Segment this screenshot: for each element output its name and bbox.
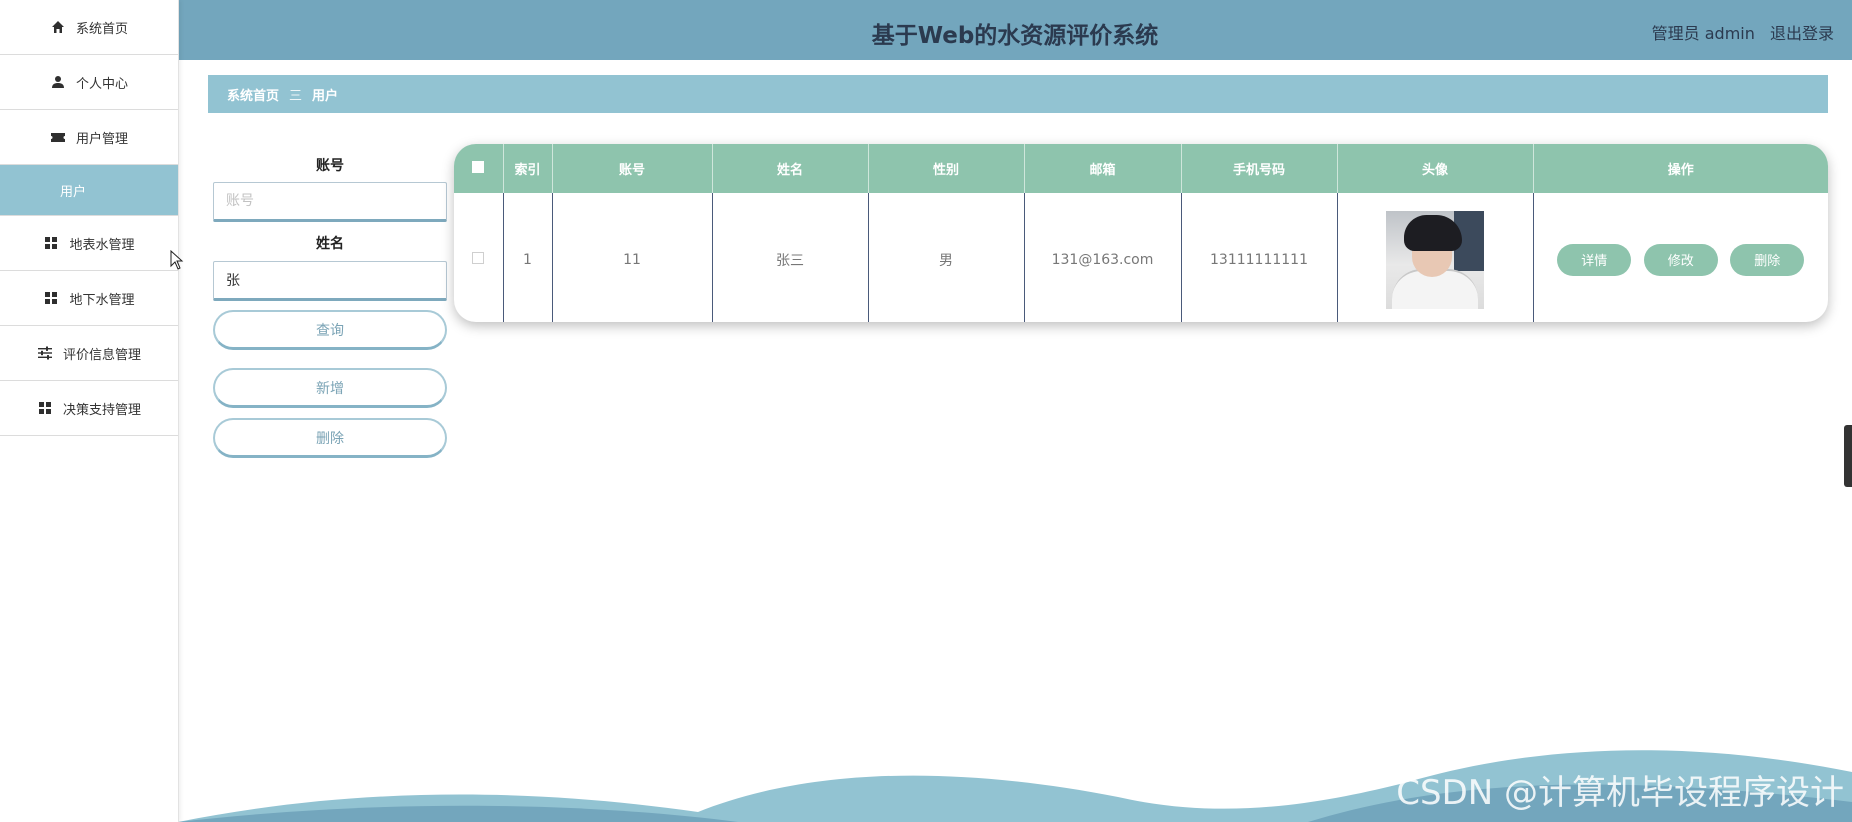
watermark: CSDN @计算机毕设程序设计 bbox=[1396, 773, 1844, 813]
sidebar-subitem-users[interactable]: 用户 bbox=[0, 165, 178, 216]
name-label: 姓名 bbox=[316, 236, 344, 252]
sidebar-item-profile[interactable]: 个人中心 bbox=[0, 55, 178, 110]
row-delete-button[interactable]: 删除 bbox=[1730, 243, 1805, 276]
home-icon bbox=[50, 19, 66, 35]
column-header: 索引 bbox=[503, 144, 553, 193]
cell-index: 1 bbox=[503, 193, 553, 322]
cell-actions: 详情 修改 删除 bbox=[1533, 193, 1828, 322]
query-button[interactable]: 查询 bbox=[213, 310, 447, 350]
cell-email: 131@163.com bbox=[1024, 193, 1182, 322]
name-input[interactable] bbox=[213, 261, 447, 301]
row-select-cell[interactable] bbox=[454, 193, 504, 322]
sidebar: 系统首页 个人中心 用户管理 用户 地表水管理 地下水管理 评价信息管理 决策支… bbox=[0, 0, 179, 822]
user-icon bbox=[50, 74, 66, 90]
column-header: 邮箱 bbox=[1024, 144, 1182, 193]
account-label: 账号 bbox=[316, 158, 344, 174]
top-header: 基于Web的水资源评价系统 管理员 admin 退出登录 bbox=[178, 0, 1852, 60]
sidebar-item-label: 系统首页 bbox=[75, 21, 128, 37]
account-input[interactable] bbox=[213, 182, 447, 222]
logout-link[interactable]: 退出登录 bbox=[1770, 24, 1834, 43]
cell-avatar bbox=[1337, 193, 1534, 322]
ticket-icon bbox=[50, 129, 66, 145]
breadcrumb: 系统首页 三 用户 bbox=[208, 75, 1828, 113]
sidebar-subitem-label: 用户 bbox=[60, 184, 87, 200]
sidebar-item-label: 地下水管理 bbox=[69, 292, 135, 308]
column-header: 头像 bbox=[1337, 144, 1534, 193]
grid-icon bbox=[37, 400, 53, 416]
column-header: 手机号码 bbox=[1181, 144, 1338, 193]
sidebar-item-evaluation[interactable]: 评价信息管理 bbox=[0, 326, 178, 381]
sidebar-item-label: 评价信息管理 bbox=[62, 347, 141, 363]
column-header: 操作 bbox=[1533, 144, 1828, 193]
sidebar-item-label: 个人中心 bbox=[75, 76, 128, 92]
mouse-cursor-icon bbox=[170, 250, 184, 270]
row-checkbox[interactable] bbox=[472, 251, 485, 264]
delete-button[interactable]: 删除 bbox=[213, 418, 447, 458]
user-table: 索引 账号 姓名 性别 邮箱 手机号码 头像 操作 1 11 张三 男 131@… bbox=[454, 144, 1828, 322]
table-header-row: 索引 账号 姓名 性别 邮箱 手机号码 头像 操作 bbox=[454, 144, 1828, 193]
sidebar-item-label: 决策支持管理 bbox=[62, 402, 141, 418]
cell-account: 11 bbox=[552, 193, 713, 322]
cell-gender: 男 bbox=[868, 193, 1025, 322]
sidebar-item-groundwater[interactable]: 地下水管理 bbox=[0, 271, 178, 326]
select-all-checkbox[interactable] bbox=[472, 160, 485, 173]
column-header: 姓名 bbox=[712, 144, 869, 193]
cell-name: 张三 bbox=[712, 193, 869, 322]
page-title: 基于Web的水资源评价系统 bbox=[871, 23, 1159, 49]
sidebar-item-user-management[interactable]: 用户管理 bbox=[0, 110, 178, 165]
breadcrumb-current: 用户 bbox=[312, 88, 339, 104]
edit-button[interactable]: 修改 bbox=[1643, 243, 1718, 276]
cell-phone: 13111111111 bbox=[1181, 193, 1338, 322]
breadcrumb-home[interactable]: 系统首页 bbox=[227, 85, 279, 104]
column-header: 账号 bbox=[552, 144, 713, 193]
column-header: 性别 bbox=[868, 144, 1025, 193]
scrollbar-handle[interactable] bbox=[1844, 425, 1852, 487]
sidebar-item-home[interactable]: 系统首页 bbox=[0, 0, 178, 55]
select-all-cell[interactable] bbox=[454, 144, 504, 193]
sidebar-item-surface-water[interactable]: 地表水管理 bbox=[0, 216, 178, 271]
breadcrumb-separator: 三 bbox=[289, 88, 303, 104]
add-button[interactable]: 新增 bbox=[213, 368, 447, 408]
detail-button[interactable]: 详情 bbox=[1557, 243, 1632, 276]
grid-icon bbox=[43, 235, 59, 251]
sliders-icon bbox=[37, 345, 53, 361]
table-row: 1 11 张三 男 131@163.com 13111111111 详情 修改 bbox=[454, 193, 1828, 322]
sidebar-item-decision-support[interactable]: 决策支持管理 bbox=[0, 381, 178, 436]
admin-user-label: 管理员 admin bbox=[1651, 24, 1755, 43]
grid-icon bbox=[43, 290, 59, 306]
avatar bbox=[1386, 210, 1484, 309]
header-user-area: 管理员 admin 退出登录 bbox=[1642, 20, 1834, 44]
sidebar-item-label: 用户管理 bbox=[75, 131, 128, 147]
sidebar-item-label: 地表水管理 bbox=[69, 237, 135, 253]
